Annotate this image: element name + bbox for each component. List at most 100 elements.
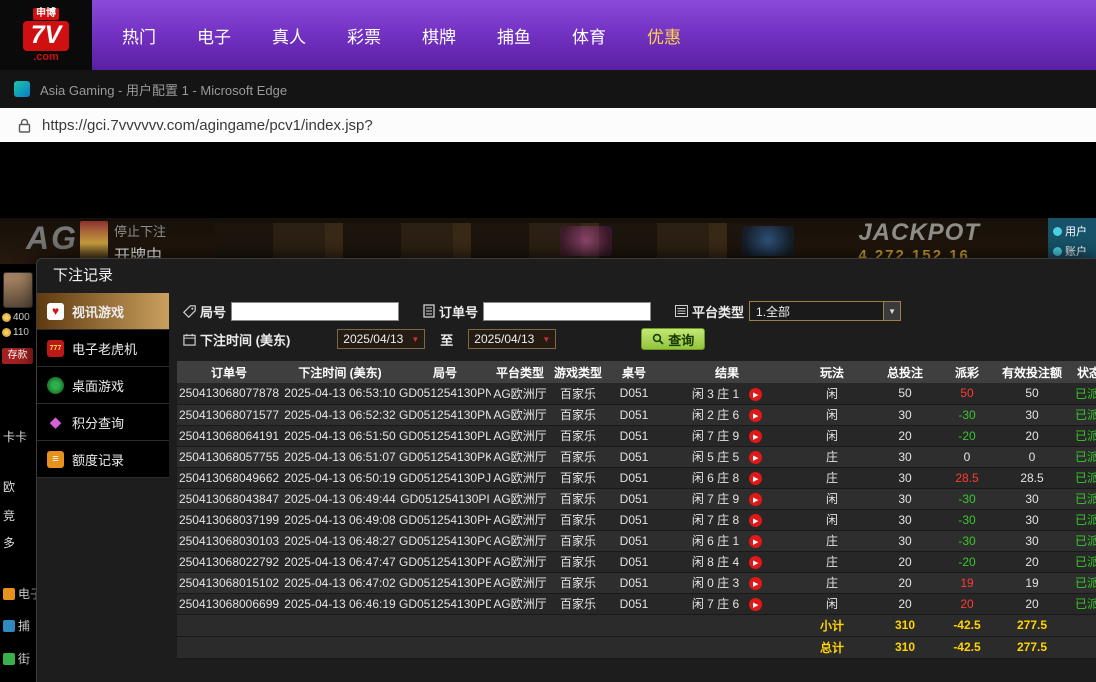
cell-order: 250413068030103 [177, 530, 281, 552]
left-strip-item-6[interactable]: 街 [3, 650, 30, 667]
replay-icon[interactable]: ▶ [749, 556, 763, 570]
platform-type-select[interactable]: 1.全部 ▼ [749, 301, 902, 321]
browser-titlebar: Asia Gaming - 用户配置 1 - Microsoft Edge [0, 70, 1096, 108]
cell-valid: 30 [995, 509, 1069, 531]
nav-item-6[interactable]: 体育 [572, 23, 606, 48]
left-strip-label: 电子 [18, 587, 36, 601]
cell-bet: 30 [871, 467, 939, 489]
nav-item-4[interactable]: 棋牌 [422, 23, 456, 48]
chevron-down-icon: ▼ [411, 334, 420, 344]
logo-com-text: .com [33, 50, 59, 63]
cell-result: 闲 7 庄 6 ▶ [661, 593, 793, 615]
banner-user-item-0[interactable]: 用户 [1053, 223, 1096, 239]
cell-table: D051 [607, 467, 661, 489]
cell-play: 闲 [793, 404, 871, 426]
table-row: 250413068077878 2025-04-13 06:53:10 GD0512… [177, 383, 1096, 405]
result-text: 闲 7 庄 6 [691, 597, 740, 611]
sidebar-item-label: 视讯游戏 [72, 304, 125, 320]
banner-user-item-1[interactable]: 账户 [1053, 243, 1096, 259]
sidebar-item-0[interactable]: ♥ 视讯游戏 [37, 293, 169, 330]
slot-glow-decor [742, 226, 794, 256]
replay-icon[interactable]: ▶ [749, 535, 763, 549]
nav-item-7[interactable]: 优惠 [647, 23, 681, 48]
left-strip-item-2[interactable]: 竞 [3, 507, 15, 524]
cards-icon: ♥ [47, 302, 64, 320]
result-text: 闲 7 庄 9 [691, 492, 740, 506]
sidebar-item-2[interactable]: 桌面游戏 [37, 367, 169, 404]
cell-time: 2025-04-13 06:46:19 [281, 593, 399, 615]
sidebar-item-label: 额度记录 [72, 452, 125, 468]
search-button[interactable]: 查询 [641, 328, 706, 350]
cell-status: 已派 [1069, 593, 1096, 615]
date-from-select[interactable]: 2025/04/13 ▼ [337, 329, 426, 349]
left-strip-item-3[interactable]: 多 [3, 534, 15, 551]
site-logo[interactable]: 申博 7V .com [0, 0, 92, 70]
cell-play: 闲 [793, 509, 871, 531]
cell-round: GD051254130PF [399, 551, 491, 573]
slot-machines-decor [215, 223, 775, 259]
platform-selected-value: 1.全部 [756, 304, 791, 319]
cell-bet: 30 [871, 488, 939, 510]
cell-result: 闲 0 庄 3 ▶ [661, 572, 793, 594]
replay-icon[interactable]: ▶ [749, 388, 763, 402]
filter-row-2: 下注时间 (美东) 2025/04/13 ▼ 至 2025/04/13 ▼ 查询 [177, 325, 1096, 353]
replay-icon[interactable]: ▶ [749, 409, 763, 423]
left-strip-item-1[interactable]: 欧 [3, 478, 15, 495]
column-header-3: 平台类型 [491, 361, 549, 383]
column-header-8: 总投注 [871, 361, 939, 383]
nav-item-1[interactable]: 电子 [197, 23, 231, 48]
replay-icon[interactable]: ▶ [749, 514, 763, 528]
bet-time-label: 下注时间 (美东) [183, 330, 290, 349]
table-row: 250413068043847 2025-04-13 06:49:44 GD0512… [177, 488, 1096, 510]
padlock-icon [18, 118, 31, 133]
left-strip-item-4[interactable]: 电子 [3, 585, 36, 602]
screen: 申博 7V .com 热门 电子 真人 彩票 棋牌 捕鱼 体育 优惠 Asia Gaming … [0, 0, 1096, 682]
result-text: 闲 0 庄 3 [691, 576, 740, 590]
nav-item-3[interactable]: 彩票 [347, 23, 381, 48]
result-text: 闲 5 庄 5 [691, 450, 740, 464]
replay-icon[interactable]: ▶ [749, 472, 763, 486]
cell-platform: AG欧洲厅 [491, 593, 549, 615]
left-strip-item-0[interactable]: 卡卡 [3, 428, 27, 445]
deposit-button[interactable]: 存款 [2, 348, 33, 364]
browser-urlbar[interactable]: https://gci.7vvvvvv.com/agingame/pcv1/in… [0, 108, 1096, 142]
slots-icon [3, 587, 15, 600]
nav-item-2[interactable]: 真人 [272, 23, 306, 48]
nav-item-5[interactable]: 捕鱼 [497, 23, 531, 48]
date-to-select[interactable]: 2025/04/13 ▼ [468, 329, 557, 349]
nav-item-0[interactable]: 热门 [122, 23, 156, 48]
cell-game: 百家乐 [549, 425, 607, 447]
cell-payout: -20 [939, 551, 995, 573]
cell-round: GD051254130PJ [399, 467, 491, 489]
cell-valid: 20 [995, 425, 1069, 447]
cell-time: 2025-04-13 06:49:44 [281, 488, 399, 510]
replay-icon[interactable]: ▶ [749, 430, 763, 444]
cell-platform: AG欧洲厅 [491, 446, 549, 468]
cell-result: 闲 3 庄 1 ▶ [661, 383, 793, 405]
sidebar-item-3[interactable]: ◆ 积分查询 [37, 404, 169, 441]
avatar[interactable] [3, 272, 33, 308]
records-table: 订单号 下注时间 (美东) 局号 平台类型 游戏类型 桌号 结果 玩法 总投注 派彩 有效投注额 状态… [177, 361, 1096, 659]
round-input[interactable] [231, 301, 400, 321]
cell-play: 庄 [793, 551, 871, 573]
cell-payout: -30 [939, 509, 995, 531]
cell-valid: 20 [995, 593, 1069, 615]
sidebar-item-label: 桌面游戏 [72, 378, 125, 394]
cell-payout: -20 [939, 425, 995, 447]
replay-icon[interactable]: ▶ [749, 598, 763, 612]
sidebar-item-1[interactable]: 777 电子老虎机 [37, 330, 169, 367]
replay-icon[interactable]: ▶ [749, 451, 763, 465]
left-strip-item-5[interactable]: 捕 [3, 617, 30, 634]
cell-status: 已派 [1069, 404, 1096, 426]
stop-betting-text: 停止下注 [114, 224, 167, 239]
round-label-text: 局号 [200, 304, 227, 320]
replay-icon[interactable]: ▶ [749, 577, 763, 591]
cell-table: D051 [607, 530, 661, 552]
cell-round: GD051254130PN [399, 383, 491, 405]
replay-icon[interactable]: ▶ [749, 493, 763, 507]
tag-icon [183, 304, 196, 318]
total-row-spacer [177, 635, 793, 659]
result-text: 闲 7 庄 8 [691, 513, 740, 527]
order-input[interactable] [483, 301, 652, 321]
sidebar-item-4[interactable]: ≡ 额度记录 [37, 441, 169, 478]
